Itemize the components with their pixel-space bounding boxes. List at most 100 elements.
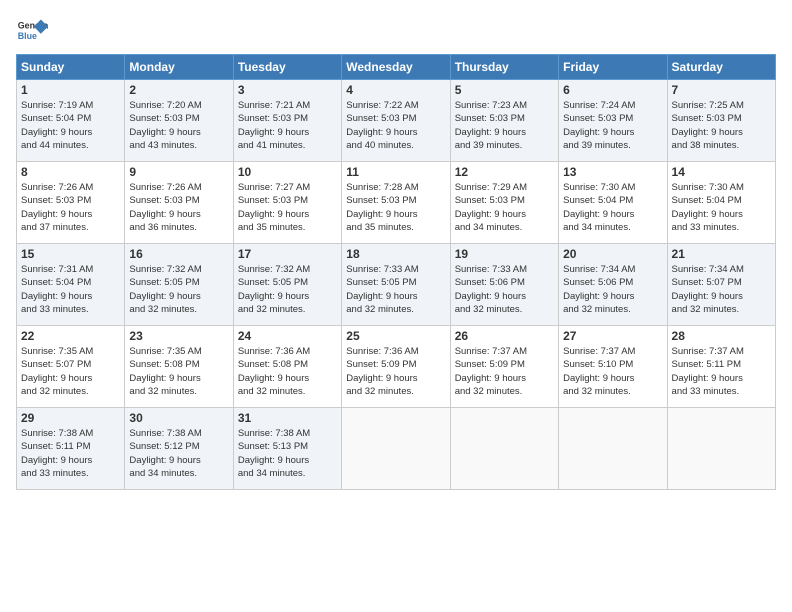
calendar-day-cell: 25 Sunrise: 7:36 AMSunset: 5:09 PMDaylig… [342,326,450,408]
calendar-week-row: 15 Sunrise: 7:31 AMSunset: 5:04 PMDaylig… [17,244,776,326]
weekday-header: Friday [559,55,667,80]
logo-icon: General Blue [16,16,48,48]
day-number: 6 [563,83,662,97]
calendar-day-cell: 20 Sunrise: 7:34 AMSunset: 5:06 PMDaylig… [559,244,667,326]
logo: General Blue [16,16,52,48]
calendar-day-cell: 22 Sunrise: 7:35 AMSunset: 5:07 PMDaylig… [17,326,125,408]
day-info: Sunrise: 7:32 AMSunset: 5:05 PMDaylight:… [238,264,310,315]
day-info: Sunrise: 7:24 AMSunset: 5:03 PMDaylight:… [563,100,635,151]
day-info: Sunrise: 7:21 AMSunset: 5:03 PMDaylight:… [238,100,310,151]
day-number: 16 [129,247,228,261]
calendar-day-cell: 23 Sunrise: 7:35 AMSunset: 5:08 PMDaylig… [125,326,233,408]
day-number: 31 [238,411,337,425]
day-info: Sunrise: 7:22 AMSunset: 5:03 PMDaylight:… [346,100,418,151]
page-container: General Blue SundayMondayTuesdayWednesda… [0,0,792,498]
calendar-day-cell: 9 Sunrise: 7:26 AMSunset: 5:03 PMDayligh… [125,162,233,244]
calendar-day-cell: 3 Sunrise: 7:21 AMSunset: 5:03 PMDayligh… [233,80,341,162]
day-number: 12 [455,165,554,179]
day-number: 28 [672,329,771,343]
day-info: Sunrise: 7:35 AMSunset: 5:07 PMDaylight:… [21,346,93,397]
calendar-day-cell: 21 Sunrise: 7:34 AMSunset: 5:07 PMDaylig… [667,244,775,326]
day-info: Sunrise: 7:26 AMSunset: 5:03 PMDaylight:… [21,182,93,233]
calendar-day-cell: 18 Sunrise: 7:33 AMSunset: 5:05 PMDaylig… [342,244,450,326]
day-info: Sunrise: 7:38 AMSunset: 5:12 PMDaylight:… [129,428,201,479]
day-info: Sunrise: 7:37 AMSunset: 5:10 PMDaylight:… [563,346,635,397]
day-info: Sunrise: 7:27 AMSunset: 5:03 PMDaylight:… [238,182,310,233]
calendar-day-cell: 28 Sunrise: 7:37 AMSunset: 5:11 PMDaylig… [667,326,775,408]
calendar-day-cell: 12 Sunrise: 7:29 AMSunset: 5:03 PMDaylig… [450,162,558,244]
calendar-day-cell: 2 Sunrise: 7:20 AMSunset: 5:03 PMDayligh… [125,80,233,162]
day-number: 10 [238,165,337,179]
day-number: 17 [238,247,337,261]
calendar-header-row: SundayMondayTuesdayWednesdayThursdayFrid… [17,55,776,80]
day-info: Sunrise: 7:36 AMSunset: 5:08 PMDaylight:… [238,346,310,397]
calendar-day-cell: 30 Sunrise: 7:38 AMSunset: 5:12 PMDaylig… [125,408,233,490]
day-number: 2 [129,83,228,97]
calendar-day-cell: 24 Sunrise: 7:36 AMSunset: 5:08 PMDaylig… [233,326,341,408]
weekday-header: Monday [125,55,233,80]
day-info: Sunrise: 7:26 AMSunset: 5:03 PMDaylight:… [129,182,201,233]
day-info: Sunrise: 7:38 AMSunset: 5:11 PMDaylight:… [21,428,93,479]
calendar-day-cell: 13 Sunrise: 7:30 AMSunset: 5:04 PMDaylig… [559,162,667,244]
day-number: 25 [346,329,445,343]
day-number: 4 [346,83,445,97]
day-number: 1 [21,83,120,97]
calendar-day-cell: 26 Sunrise: 7:37 AMSunset: 5:09 PMDaylig… [450,326,558,408]
calendar-day-cell: 31 Sunrise: 7:38 AMSunset: 5:13 PMDaylig… [233,408,341,490]
calendar-day-cell [450,408,558,490]
day-number: 30 [129,411,228,425]
weekday-header: Thursday [450,55,558,80]
day-number: 27 [563,329,662,343]
calendar-day-cell: 7 Sunrise: 7:25 AMSunset: 5:03 PMDayligh… [667,80,775,162]
calendar-day-cell [342,408,450,490]
day-info: Sunrise: 7:33 AMSunset: 5:05 PMDaylight:… [346,264,418,315]
day-number: 20 [563,247,662,261]
header: General Blue [16,16,776,48]
day-info: Sunrise: 7:20 AMSunset: 5:03 PMDaylight:… [129,100,201,151]
calendar-week-row: 22 Sunrise: 7:35 AMSunset: 5:07 PMDaylig… [17,326,776,408]
day-info: Sunrise: 7:19 AMSunset: 5:04 PMDaylight:… [21,100,93,151]
calendar-day-cell: 15 Sunrise: 7:31 AMSunset: 5:04 PMDaylig… [17,244,125,326]
day-info: Sunrise: 7:37 AMSunset: 5:11 PMDaylight:… [672,346,744,397]
weekday-header: Wednesday [342,55,450,80]
day-info: Sunrise: 7:36 AMSunset: 5:09 PMDaylight:… [346,346,418,397]
day-info: Sunrise: 7:23 AMSunset: 5:03 PMDaylight:… [455,100,527,151]
calendar-day-cell: 1 Sunrise: 7:19 AMSunset: 5:04 PMDayligh… [17,80,125,162]
weekday-header: Saturday [667,55,775,80]
calendar-day-cell: 8 Sunrise: 7:26 AMSunset: 5:03 PMDayligh… [17,162,125,244]
svg-text:Blue: Blue [18,31,37,41]
day-info: Sunrise: 7:29 AMSunset: 5:03 PMDaylight:… [455,182,527,233]
calendar-day-cell: 14 Sunrise: 7:30 AMSunset: 5:04 PMDaylig… [667,162,775,244]
calendar-day-cell: 19 Sunrise: 7:33 AMSunset: 5:06 PMDaylig… [450,244,558,326]
day-info: Sunrise: 7:38 AMSunset: 5:13 PMDaylight:… [238,428,310,479]
day-info: Sunrise: 7:32 AMSunset: 5:05 PMDaylight:… [129,264,201,315]
day-number: 13 [563,165,662,179]
day-info: Sunrise: 7:28 AMSunset: 5:03 PMDaylight:… [346,182,418,233]
day-info: Sunrise: 7:37 AMSunset: 5:09 PMDaylight:… [455,346,527,397]
day-info: Sunrise: 7:34 AMSunset: 5:07 PMDaylight:… [672,264,744,315]
calendar-day-cell: 6 Sunrise: 7:24 AMSunset: 5:03 PMDayligh… [559,80,667,162]
calendar-day-cell: 17 Sunrise: 7:32 AMSunset: 5:05 PMDaylig… [233,244,341,326]
day-info: Sunrise: 7:33 AMSunset: 5:06 PMDaylight:… [455,264,527,315]
calendar-week-row: 8 Sunrise: 7:26 AMSunset: 5:03 PMDayligh… [17,162,776,244]
day-number: 22 [21,329,120,343]
calendar-table: SundayMondayTuesdayWednesdayThursdayFrid… [16,54,776,490]
day-number: 7 [672,83,771,97]
day-number: 15 [21,247,120,261]
day-info: Sunrise: 7:30 AMSunset: 5:04 PMDaylight:… [672,182,744,233]
calendar-day-cell: 11 Sunrise: 7:28 AMSunset: 5:03 PMDaylig… [342,162,450,244]
day-number: 29 [21,411,120,425]
calendar-day-cell: 29 Sunrise: 7:38 AMSunset: 5:11 PMDaylig… [17,408,125,490]
calendar-day-cell: 5 Sunrise: 7:23 AMSunset: 5:03 PMDayligh… [450,80,558,162]
calendar-day-cell: 16 Sunrise: 7:32 AMSunset: 5:05 PMDaylig… [125,244,233,326]
day-number: 21 [672,247,771,261]
day-number: 11 [346,165,445,179]
day-number: 14 [672,165,771,179]
day-number: 3 [238,83,337,97]
day-number: 8 [21,165,120,179]
day-info: Sunrise: 7:25 AMSunset: 5:03 PMDaylight:… [672,100,744,151]
day-number: 9 [129,165,228,179]
weekday-header: Tuesday [233,55,341,80]
calendar-week-row: 29 Sunrise: 7:38 AMSunset: 5:11 PMDaylig… [17,408,776,490]
day-number: 18 [346,247,445,261]
